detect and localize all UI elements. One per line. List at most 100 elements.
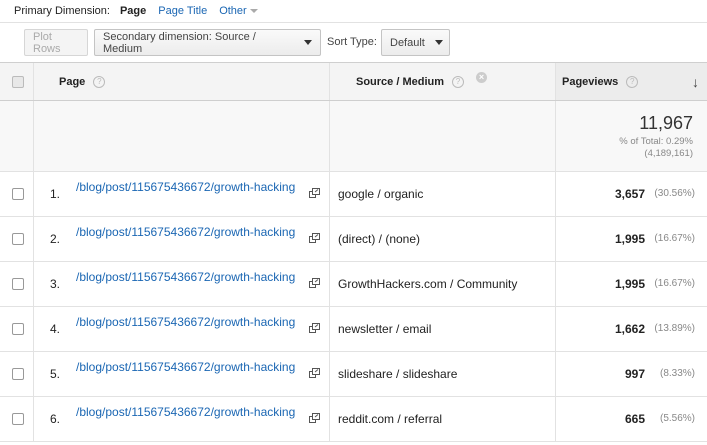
source-medium-value: (direct) / (none) (338, 232, 421, 246)
row-pageviews-cell: 1,995 (16.67%) (556, 262, 707, 306)
row-source-cell: reddit.com / referral (330, 397, 556, 441)
pageviews-percent: (16.67%) (654, 278, 695, 289)
row-pageviews-cell: 3,657 (30.56%) (556, 172, 707, 216)
sort-type-value: Default (390, 36, 425, 49)
sort-type-label: Sort Type: (327, 36, 377, 48)
pageviews-percent: (16.67%) (654, 233, 695, 244)
source-medium-value: GrowthHackers.com / Community (338, 277, 518, 291)
pageviews-value: 1,662 (614, 322, 645, 336)
help-icon[interactable]: ? (452, 75, 465, 88)
page-link[interactable]: /blog/post/115675436672/growth-hacking (76, 180, 310, 195)
pageviews-percent: (13.89%) (654, 323, 695, 334)
dropdown-arrow-icon (434, 40, 443, 45)
dropdown-arrow-icon (304, 40, 312, 45)
row-pageviews-cell: 1,662 (13.89%) (556, 307, 707, 351)
row-pageviews-cell: 1,995 (16.67%) (556, 217, 707, 261)
primary-dimension-bar: Primary Dimension: Page Page Title Other (0, 0, 707, 22)
table-row: 3. /blog/post/115675436672/growth-hackin… (0, 262, 707, 307)
pageviews-value: 997 (624, 367, 645, 381)
table-row: 4. /blog/post/115675436672/growth-hackin… (0, 307, 707, 352)
header-pageviews[interactable]: Pageviews ? ↓ (556, 63, 707, 100)
row-checkbox[interactable] (12, 188, 24, 200)
totals-pageviews-cell: 11,967 % of Total: 0.29% (4,189,161) (556, 101, 707, 171)
row-pageviews-cell: 665 (5.56%) (556, 397, 707, 441)
table-row: 2. /blog/post/115675436672/growth-hackin… (0, 217, 707, 262)
row-pageviews-cell: 997 (8.33%) (556, 352, 707, 396)
row-checkbox-cell (0, 352, 34, 396)
page-link[interactable]: /blog/post/115675436672/growth-hacking (76, 270, 310, 285)
row-source-cell: newsletter / email (330, 307, 556, 351)
pageviews-value: 665 (624, 412, 645, 426)
row-checkbox-cell (0, 262, 34, 306)
totals-row: 11,967 % of Total: 0.29% (4,189,161) (0, 101, 707, 172)
total-pageviews: 11,967 (639, 113, 693, 133)
help-icon[interactable]: ? (626, 75, 639, 88)
header-source-medium-label: Source / Medium (356, 75, 445, 88)
row-index: 2. (49, 232, 60, 246)
row-source-cell: google / organic (330, 172, 556, 216)
row-index: 5. (49, 367, 60, 381)
primary-option-other[interactable]: Other (219, 5, 258, 17)
row-page-cell: 2. /blog/post/115675436672/growth-hackin… (34, 217, 330, 261)
open-in-new-window-icon[interactable] (309, 368, 320, 378)
header-page[interactable]: Page ? (34, 63, 330, 100)
header-checkbox-cell (0, 63, 34, 100)
plot-rows-button[interactable]: Plot Rows (24, 29, 88, 56)
source-medium-value: reddit.com / referral (338, 412, 443, 426)
source-medium-value: newsletter / email (338, 322, 432, 336)
row-checkbox[interactable] (12, 233, 24, 245)
row-index: 6. (49, 412, 60, 426)
page-link[interactable]: /blog/post/115675436672/growth-hacking (76, 225, 310, 240)
source-medium-value: google / organic (338, 187, 424, 201)
open-in-new-window-icon[interactable] (309, 188, 320, 198)
page-link[interactable]: /blog/post/115675436672/growth-hacking (76, 360, 310, 375)
row-page-cell: 1. /blog/post/115675436672/growth-hackin… (34, 172, 330, 216)
total-percent: % of Total: 0.29% (619, 136, 693, 147)
sort-type-dropdown[interactable]: Default (381, 29, 450, 56)
row-source-cell: (direct) / (none) (330, 217, 556, 261)
help-icon[interactable]: ? (93, 75, 106, 88)
primary-dimension-label: Primary Dimension: (14, 5, 110, 17)
source-medium-value: slideshare / slideshare (338, 367, 458, 381)
row-checkbox[interactable] (12, 278, 24, 290)
secondary-dimension-label: Secondary dimension: Source / Medium (103, 30, 256, 55)
row-checkbox-cell (0, 307, 34, 351)
pageviews-value: 3,657 (614, 187, 645, 201)
primary-option-other-label: Other (219, 5, 247, 17)
primary-option-page-title[interactable]: Page Title (158, 5, 207, 17)
row-page-cell: 3. /blog/post/115675436672/growth-hackin… (34, 262, 330, 306)
pageviews-value: 1,995 (614, 232, 645, 246)
row-index: 3. (49, 277, 60, 291)
pageviews-percent: (5.56%) (659, 413, 695, 424)
sort-descending-icon[interactable]: ↓ (692, 74, 699, 90)
header-page-label: Page (59, 75, 86, 88)
open-in-new-window-icon[interactable] (309, 323, 320, 333)
table-header-row: Page ? Source / Medium ? × Pageviews ? ↓ (0, 62, 707, 101)
open-in-new-window-icon[interactable] (309, 413, 320, 423)
row-index: 4. (49, 322, 60, 336)
table-row: 1. /blog/post/115675436672/growth-hackin… (0, 172, 707, 217)
primary-option-page[interactable]: Page (120, 5, 146, 17)
row-checkbox[interactable] (12, 368, 24, 380)
row-checkbox-cell (0, 172, 34, 216)
open-in-new-window-icon[interactable] (309, 233, 320, 243)
row-checkbox-cell (0, 397, 34, 441)
page-link[interactable]: /blog/post/115675436672/growth-hacking (76, 315, 310, 330)
page-link[interactable]: /blog/post/115675436672/growth-hacking (76, 405, 310, 420)
pageviews-percent: (30.56%) (654, 188, 695, 199)
total-overall: (4,189,161) (644, 148, 693, 159)
secondary-dimension-dropdown[interactable]: Secondary dimension: Source / Medium (94, 29, 321, 56)
totals-source-cell (330, 101, 556, 171)
header-source-medium[interactable]: Source / Medium ? × (330, 63, 556, 100)
row-checkbox[interactable] (12, 323, 24, 335)
totals-empty-cell (0, 101, 34, 171)
remove-dimension-icon[interactable]: × (476, 72, 488, 83)
row-page-cell: 6. /blog/post/115675436672/growth-hackin… (34, 397, 330, 441)
pageviews-percent: (8.33%) (659, 368, 695, 379)
row-checkbox[interactable] (12, 413, 24, 425)
row-index: 1. (49, 187, 60, 201)
open-in-new-window-icon[interactable] (309, 278, 320, 288)
chevron-down-icon (249, 9, 258, 14)
row-source-cell: slideshare / slideshare (330, 352, 556, 396)
select-all-checkbox[interactable] (12, 76, 24, 88)
